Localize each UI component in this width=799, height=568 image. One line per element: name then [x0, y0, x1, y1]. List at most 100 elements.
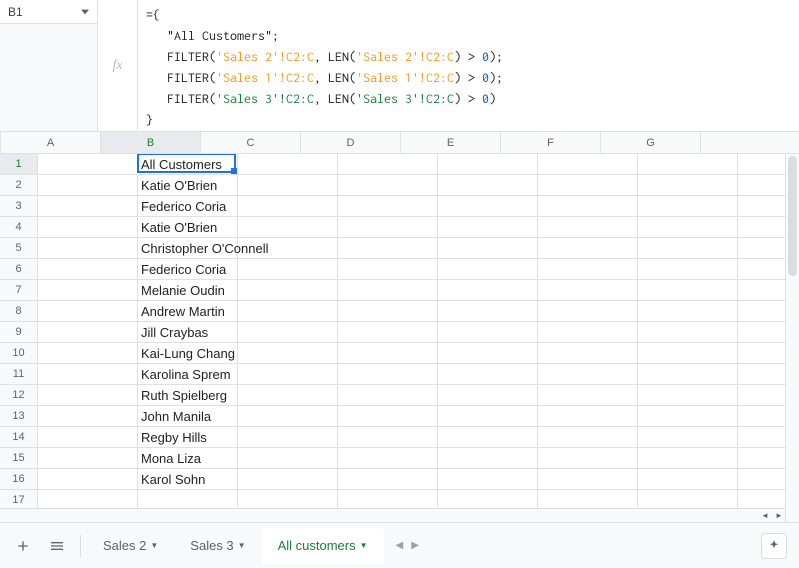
cell-G4[interactable] [638, 217, 738, 237]
cell-F1[interactable] [538, 154, 638, 174]
cell-D12[interactable] [338, 385, 438, 405]
sheet-tab-all-customers[interactable]: All customers▼ [262, 528, 384, 564]
cell-C11[interactable] [238, 364, 338, 384]
cell-B9[interactable]: Jill Craybas [138, 322, 238, 342]
cell-E7[interactable] [438, 280, 538, 300]
cell-D4[interactable] [338, 217, 438, 237]
cell-E2[interactable] [438, 175, 538, 195]
cell-G1[interactable] [638, 154, 738, 174]
cell-A4[interactable] [38, 217, 138, 237]
cell-E13[interactable] [438, 406, 538, 426]
cell-C3[interactable] [238, 196, 338, 216]
col-header-A[interactable]: A [1, 132, 101, 153]
cell-D9[interactable] [338, 322, 438, 342]
cell-A1[interactable] [38, 154, 138, 174]
chevron-down-icon[interactable]: ▼ [238, 541, 246, 550]
vertical-scroll-thumb[interactable] [788, 156, 797, 276]
row-header-8[interactable]: 8 [0, 301, 38, 321]
col-header-D[interactable]: D [301, 132, 401, 153]
col-header-E[interactable]: E [401, 132, 501, 153]
row-header-6[interactable]: 6 [0, 259, 38, 279]
row-header-10[interactable]: 10 [0, 343, 38, 363]
cell-B10[interactable]: Kai-Lung Chang [138, 343, 238, 363]
cell-B11[interactable]: Karolina Sprem [138, 364, 238, 384]
cell-D15[interactable] [338, 448, 438, 468]
cell-G7[interactable] [638, 280, 738, 300]
cell-A7[interactable] [38, 280, 138, 300]
cell-A13[interactable] [38, 406, 138, 426]
cell-A11[interactable] [38, 364, 138, 384]
cell-G2[interactable] [638, 175, 738, 195]
cell-G13[interactable] [638, 406, 738, 426]
cell-G8[interactable] [638, 301, 738, 321]
cell-E1[interactable] [438, 154, 538, 174]
cell-C1[interactable] [238, 154, 338, 174]
cell-B13[interactable]: John Manila [138, 406, 238, 426]
col-header-F[interactable]: F [501, 132, 601, 153]
cell-C6[interactable] [238, 259, 338, 279]
cell-D10[interactable] [338, 343, 438, 363]
cell-E16[interactable] [438, 469, 538, 489]
tab-scroll-left-icon[interactable]: ◀ [396, 540, 404, 551]
row-header-5[interactable]: 5 [0, 238, 38, 258]
cell-D11[interactable] [338, 364, 438, 384]
cell-F13[interactable] [538, 406, 638, 426]
row-header-1[interactable]: 1 [0, 154, 38, 174]
cell-C16[interactable] [238, 469, 338, 489]
cell-E9[interactable] [438, 322, 538, 342]
cell-E11[interactable] [438, 364, 538, 384]
row-header-9[interactable]: 9 [0, 322, 38, 342]
cell-C12[interactable] [238, 385, 338, 405]
cell-F9[interactable] [538, 322, 638, 342]
col-header-B[interactable]: B [101, 132, 201, 153]
cell-A17[interactable] [38, 490, 138, 508]
cell-G6[interactable] [638, 259, 738, 279]
vertical-scrollbar[interactable] [785, 154, 799, 522]
cell-D6[interactable] [338, 259, 438, 279]
cell-E5[interactable] [438, 238, 538, 258]
cell-F3[interactable] [538, 196, 638, 216]
cell-F11[interactable] [538, 364, 638, 384]
cell-B1[interactable]: All Customers [138, 154, 238, 174]
cell-D17[interactable] [338, 490, 438, 508]
cell-B2[interactable]: Katie O'Brien [138, 175, 238, 195]
row-header-4[interactable]: 4 [0, 217, 38, 237]
col-header-C[interactable]: C [201, 132, 301, 153]
cell-D2[interactable] [338, 175, 438, 195]
cell-D5[interactable] [338, 238, 438, 258]
cell-E8[interactable] [438, 301, 538, 321]
cell-B4[interactable]: Katie O'Brien [138, 217, 238, 237]
cell-C9[interactable] [238, 322, 338, 342]
cell-C10[interactable] [238, 343, 338, 363]
tab-scroll-right-icon[interactable]: ▶ [411, 540, 419, 551]
cell-A12[interactable] [38, 385, 138, 405]
cell-G14[interactable] [638, 427, 738, 447]
row-header-17[interactable]: 17 [0, 490, 38, 508]
cell-F12[interactable] [538, 385, 638, 405]
name-box[interactable]: B1 [0, 0, 98, 24]
cell-C8[interactable] [238, 301, 338, 321]
cell-G11[interactable] [638, 364, 738, 384]
cell-C17[interactable] [238, 490, 338, 508]
formula-bar[interactable]: ={ "All Customers"; FILTER('Sales 2'!C2:… [138, 0, 799, 131]
cell-F8[interactable] [538, 301, 638, 321]
cell-G12[interactable] [638, 385, 738, 405]
scroll-right-icon[interactable]: ► [773, 510, 785, 522]
cell-E4[interactable] [438, 217, 538, 237]
cell-C7[interactable] [238, 280, 338, 300]
cell-D1[interactable] [338, 154, 438, 174]
cell-B7[interactable]: Melanie Oudin [138, 280, 238, 300]
cell-G9[interactable] [638, 322, 738, 342]
cell-A8[interactable] [38, 301, 138, 321]
col-header-G[interactable]: G [601, 132, 701, 153]
cell-D14[interactable] [338, 427, 438, 447]
cell-A14[interactable] [38, 427, 138, 447]
cell-D13[interactable] [338, 406, 438, 426]
cell-F17[interactable] [538, 490, 638, 508]
cell-G17[interactable] [638, 490, 738, 508]
all-sheets-button[interactable] [42, 531, 72, 561]
cell-E6[interactable] [438, 259, 538, 279]
cell-F2[interactable] [538, 175, 638, 195]
cell-E12[interactable] [438, 385, 538, 405]
cell-F5[interactable] [538, 238, 638, 258]
